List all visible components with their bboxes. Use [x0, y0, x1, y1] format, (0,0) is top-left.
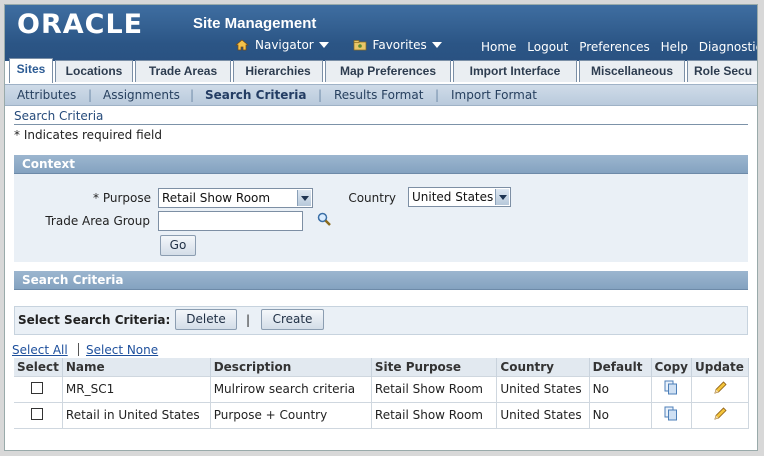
brand-header: ORACLE Site Management Navigator Favorit… [5, 5, 757, 61]
navigator-label: Navigator [255, 38, 314, 52]
row-select-checkbox[interactable] [31, 407, 43, 420]
help-link[interactable]: Help [661, 40, 688, 54]
preferences-link[interactable]: Preferences [579, 40, 650, 54]
selection-toolbar: Select Search Criteria: Delete | Create [14, 306, 748, 335]
tab-trade-areas[interactable]: Trade Areas [135, 60, 231, 82]
column-header-select: Select [14, 358, 63, 376]
favorites-menu[interactable]: Favorites [353, 38, 442, 52]
chevron-down-icon [495, 189, 509, 205]
home-link[interactable]: Home [481, 40, 516, 54]
subnav-attributes[interactable]: Attributes [17, 88, 76, 102]
copy-icon[interactable] [664, 380, 678, 398]
row-site-purpose: Retail Show Room [371, 401, 498, 429]
update-cell [691, 401, 750, 429]
row-description: Mulrirow search criteria [210, 375, 372, 402]
column-header-site-purpose: Site Purpose [371, 358, 498, 376]
search-criteria-section-header: Search Criteria [14, 271, 748, 290]
tab-locations[interactable]: Locations [55, 60, 133, 82]
required-field-note: * Indicates required field [14, 128, 163, 142]
page-title: Search Criteria [14, 109, 104, 123]
table-row: Retail in United States Purpose + Countr… [14, 401, 750, 429]
row-default: No [589, 375, 652, 402]
row-country: United States [496, 401, 590, 429]
tab-bar: Sites Locations Trade Areas Hierarchies … [5, 58, 757, 83]
search-icon[interactable] [316, 211, 332, 227]
trade-area-group-label: Trade Area Group [45, 214, 150, 228]
favorites-label: Favorites [372, 38, 427, 52]
country-label: Country [348, 191, 396, 205]
sub-navigation: Attributes | Assignments | Search Criter… [5, 84, 757, 106]
select-criteria-label: Select Search Criteria: [18, 313, 171, 327]
tab-map-preferences[interactable]: Map Preferences [325, 60, 451, 82]
subnav-import-format[interactable]: Import Format [451, 88, 537, 102]
copy-icon[interactable] [664, 406, 678, 424]
favorites-folder-icon [353, 39, 367, 51]
country-selected-value: United States [412, 190, 494, 204]
row-country: United States [496, 375, 590, 402]
row-name: Retail in United States [62, 401, 211, 429]
subnav-separator: | [190, 88, 195, 102]
pencil-icon[interactable] [712, 380, 728, 399]
home-icon [235, 39, 249, 51]
row-default: No [589, 401, 652, 429]
chevron-down-icon [297, 190, 311, 206]
trade-area-group-input[interactable] [158, 211, 303, 231]
row-site-purpose: Retail Show Room [371, 375, 498, 402]
title-divider [14, 124, 748, 125]
subnav-separator: | [88, 88, 93, 102]
tab-role-security[interactable]: Role Secu [687, 60, 757, 82]
diagnostics-link[interactable]: Diagnostics [699, 40, 757, 54]
table-row: MR_SC1 Mulrirow search criteria Retail S… [14, 375, 750, 402]
context-section-header: Context [14, 155, 748, 174]
row-select-checkbox[interactable] [31, 381, 43, 394]
subnav-search-criteria[interactable]: Search Criteria [205, 88, 306, 102]
purpose-select[interactable]: Retail Show Room [158, 188, 313, 208]
chevron-down-icon [318, 42, 329, 48]
column-header-update: Update [691, 358, 750, 376]
select-all-link[interactable]: Select All [12, 343, 68, 357]
oracle-logo: ORACLE [17, 9, 144, 40]
subnav-results-format[interactable]: Results Format [334, 88, 423, 102]
navigator-menu[interactable]: Navigator [235, 38, 329, 52]
toolbar-separator: | [246, 313, 251, 327]
search-criteria-table: Select Name Description Site Purpose Cou… [14, 358, 750, 429]
tab-sites[interactable]: Sites [9, 58, 53, 83]
select-none-link[interactable]: Select None [86, 343, 158, 357]
app-title: Site Management [193, 15, 317, 32]
global-links: Home Logout Preferences Help Diagnostics [481, 40, 757, 54]
copy-cell [651, 375, 692, 402]
subnav-separator: | [435, 88, 440, 102]
column-header-default: Default [589, 358, 652, 376]
context-panel: * Purpose Retail Show Room Country Unite… [14, 174, 748, 262]
pencil-icon[interactable] [712, 406, 728, 425]
purpose-selected-value: Retail Show Room [162, 191, 271, 205]
row-description: Purpose + Country [210, 401, 372, 429]
create-button[interactable]: Create [261, 309, 324, 330]
app-window: ORACLE Site Management Navigator Favorit… [4, 4, 758, 451]
subnav-assignments[interactable]: Assignments [103, 88, 180, 102]
nav-row: Navigator Favorites [235, 38, 462, 54]
update-cell [691, 375, 750, 402]
tab-hierarchies[interactable]: Hierarchies [233, 60, 323, 82]
copy-cell [651, 401, 692, 429]
tab-import-interface[interactable]: Import Interface [453, 60, 577, 82]
column-header-name: Name [62, 358, 211, 376]
tab-miscellaneous[interactable]: Miscellaneous [579, 60, 685, 82]
row-name: MR_SC1 [62, 375, 211, 402]
chevron-down-icon [431, 42, 442, 48]
subnav-separator: | [318, 88, 323, 102]
column-header-description: Description [210, 358, 372, 376]
country-select[interactable]: United States [408, 187, 511, 207]
column-header-copy: Copy [651, 358, 692, 376]
table-header-row: Select Name Description Site Purpose Cou… [14, 358, 750, 376]
column-header-country: Country [496, 358, 590, 376]
link-separator [78, 343, 79, 356]
go-button[interactable]: Go [160, 235, 196, 256]
logout-link[interactable]: Logout [527, 40, 568, 54]
purpose-label: * Purpose [93, 191, 151, 205]
delete-button[interactable]: Delete [175, 309, 237, 330]
